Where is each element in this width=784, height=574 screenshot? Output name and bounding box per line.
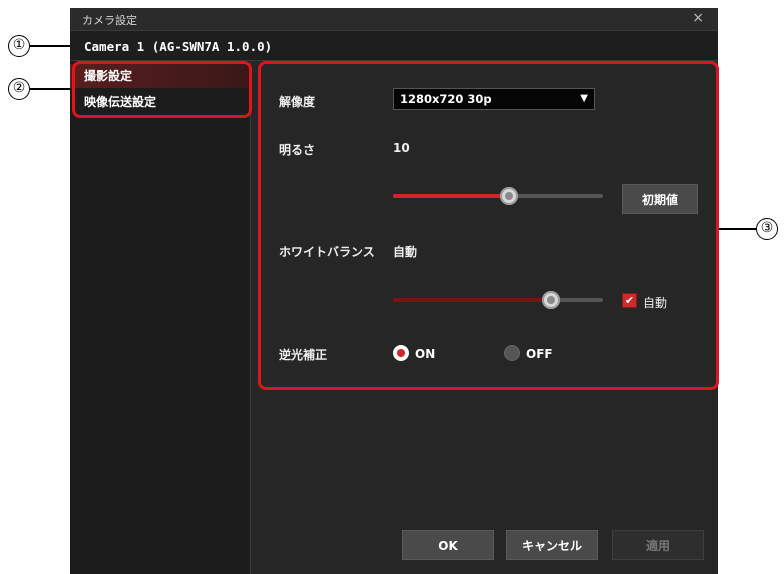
sidebar: 撮影設定 映像伝送設定 — [70, 61, 251, 574]
camera-name: Camera 1 (AG-SWN7A 1.0.0) — [84, 39, 273, 54]
callout-1: ① — [8, 35, 30, 57]
ok-button[interactable]: OK — [402, 530, 494, 560]
callout-3: ③ — [756, 218, 778, 240]
highlight-box-camera-list — [72, 61, 252, 118]
callout-2-leader — [30, 88, 72, 90]
callout-3-leader — [717, 228, 756, 230]
close-icon[interactable]: × — [692, 10, 704, 26]
apply-button[interactable]: 適用 — [612, 530, 704, 560]
callout-2: ② — [8, 78, 30, 100]
window-title: カメラ設定 — [82, 14, 137, 27]
title-bar: カメラ設定 × — [70, 8, 718, 31]
cancel-button[interactable]: キャンセル — [506, 530, 598, 560]
highlight-box-settings-area — [258, 61, 719, 390]
